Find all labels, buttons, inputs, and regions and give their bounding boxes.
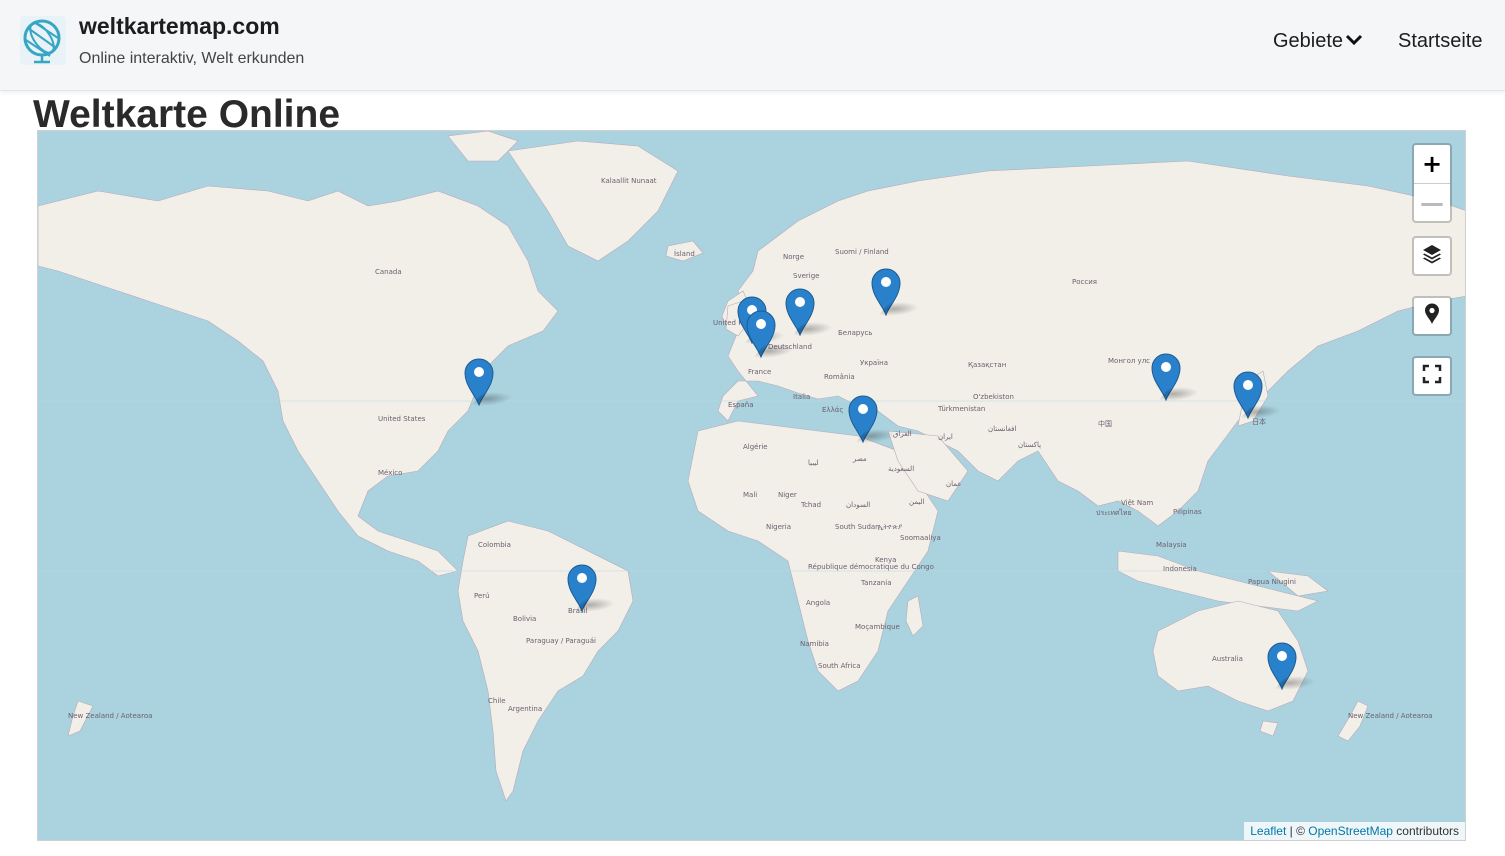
map-label-sweden: Sverige <box>793 272 819 280</box>
map-label-oman: عمان <box>946 480 962 488</box>
nav-gebiete-label: Gebiete <box>1273 30 1344 52</box>
map-label-finland: Suomi / Finland <box>835 248 889 256</box>
map-label-saudi: السعودية <box>888 465 914 473</box>
map-label-ukraine: Україна <box>860 359 888 367</box>
world-map[interactable]: Kalaallit Nunaat Ísland Canada United St… <box>37 130 1466 841</box>
map-label-colombia: Colombia <box>478 541 511 549</box>
map-label-algeria: Algérie <box>743 443 768 451</box>
openstreetmap-link[interactable]: OpenStreetMap <box>1308 824 1393 838</box>
map-marker-moscow[interactable] <box>870 266 924 317</box>
fullscreen-button[interactable] <box>1412 356 1452 396</box>
nav-gebiete-dropdown[interactable]: Gebiete <box>1273 30 1363 53</box>
site-name[interactable]: weltkartemap.com <box>79 13 280 40</box>
map-label-mali: Mali <box>743 491 757 499</box>
map-label-turkmenistan: Türkmenistan <box>937 405 985 413</box>
map-label-mozambique: Moçambique <box>855 623 900 631</box>
map-label-nigeria: Nigeria <box>766 523 791 531</box>
chevron-down-icon <box>1345 30 1363 53</box>
map-marker-cairo[interactable] <box>847 393 901 444</box>
map-label-ethiopia: ኢትዮጵያ <box>878 523 902 531</box>
nav-startseite-link[interactable]: Startseite <box>1398 30 1482 53</box>
map-label-south-sudan: South Sudan <box>835 523 880 531</box>
map-label-angola: Angola <box>806 599 830 607</box>
map-label-bolivia: Bolivia <box>513 615 536 623</box>
map-label-argentina: Argentina <box>508 705 542 713</box>
zoom-in-button[interactable]: + <box>1414 145 1450 184</box>
map-label-egypt: مصر <box>852 455 867 463</box>
map-label-chile: Chile <box>488 697 506 705</box>
map-label-china: 中国 <box>1098 419 1112 428</box>
map-label-usa: United States <box>378 415 426 423</box>
zoom-out-button[interactable]: — <box>1414 184 1450 222</box>
map-label-yemen: اليمن <box>909 498 925 506</box>
map-label-russia: Россия <box>1072 278 1097 286</box>
map-label-peru: Perú <box>474 592 490 600</box>
map-label-mexico: México <box>378 469 402 477</box>
map-label-iran: ایران <box>938 433 953 441</box>
locate-button[interactable] <box>1412 296 1452 336</box>
map-label-iceland: Ísland <box>674 249 695 258</box>
attribution-suffix: contributors <box>1392 824 1459 838</box>
zoom-control: + — <box>1412 143 1452 223</box>
map-label-libya: ليبيا <box>808 459 819 467</box>
fullscreen-icon <box>1422 364 1442 389</box>
map-label-spain: España <box>728 401 754 409</box>
map-label-canada: Canada <box>375 268 402 276</box>
location-pin-icon <box>1424 303 1440 330</box>
map-label-drc: République démocratique du Congo <box>808 563 934 571</box>
map-marker-beijing[interactable] <box>1150 351 1204 402</box>
map-label-italy: Italia <box>793 393 810 401</box>
map-label-png: Papua Niugini <box>1248 578 1296 586</box>
map-marker-tokyo[interactable] <box>1232 369 1286 420</box>
map-label-kazakhstan: Қазақстан <box>968 361 1006 369</box>
map-label-uzbekistan: O'zbekiston <box>973 393 1014 401</box>
map-label-greece: Ελλάς <box>822 406 843 414</box>
map-label-greenland: Kalaallit Nunaat <box>601 177 657 185</box>
map-attribution: Leaflet | © OpenStreetMap contributors <box>1244 822 1465 840</box>
map-label-romania: România <box>824 373 855 381</box>
map-label-somalia: Soomaaliya <box>900 534 941 542</box>
map-label-australia: Australia <box>1212 655 1243 663</box>
map-label-tanzania: Tanzania <box>860 579 891 587</box>
layers-button[interactable] <box>1412 236 1452 276</box>
map-marker-paris[interactable] <box>745 308 799 359</box>
map-label-sudan: السودان <box>846 501 870 509</box>
map-label-philippines: Pilipinas <box>1173 508 1202 516</box>
map-label-nz-west: New Zealand / Aotearoa <box>68 712 152 720</box>
map-label-chad: Tchad <box>800 501 821 509</box>
map-label-namibia: Namibia <box>800 640 829 648</box>
map-marker-sydney[interactable] <box>1266 640 1320 691</box>
map-label-pakistan: پاکستان <box>1018 441 1041 449</box>
map-label-nz-east: New Zealand / Aotearoa <box>1348 712 1432 720</box>
site-tagline: Online interaktiv, Welt erkunden <box>79 50 305 67</box>
leaflet-link[interactable]: Leaflet <box>1250 824 1286 838</box>
map-tiles: Kalaallit Nunaat Ísland Canada United St… <box>38 131 1465 840</box>
attribution-separator: | © <box>1286 824 1309 838</box>
globe-icon[interactable] <box>20 16 66 65</box>
map-label-paraguay: Paraguay / Paraguái <box>526 637 596 645</box>
map-marker-new-york[interactable] <box>463 356 517 407</box>
map-label-afghanistan: افغانستان <box>988 425 1016 433</box>
map-label-belarus: Беларусь <box>838 329 872 337</box>
site-header: weltkartemap.com Online interaktiv, Welt… <box>0 0 1505 91</box>
map-label-niger: Niger <box>778 491 797 499</box>
layers-icon <box>1421 243 1443 270</box>
map-label-france: France <box>748 368 771 376</box>
map-label-malaysia: Malaysia <box>1156 541 1187 549</box>
map-label-indonesia: Indonesia <box>1163 565 1197 573</box>
map-label-mongolia: Монгол улс <box>1108 357 1150 365</box>
map-marker-brasilia[interactable] <box>566 562 620 613</box>
map-label-norway: Norge <box>783 253 804 261</box>
map-label-vietnam: Việt Nam <box>1121 499 1153 507</box>
map-label-thailand: ประเทศไทย <box>1096 508 1132 517</box>
map-marker-berlin[interactable] <box>784 286 838 337</box>
map-label-south-africa: South Africa <box>818 662 861 670</box>
